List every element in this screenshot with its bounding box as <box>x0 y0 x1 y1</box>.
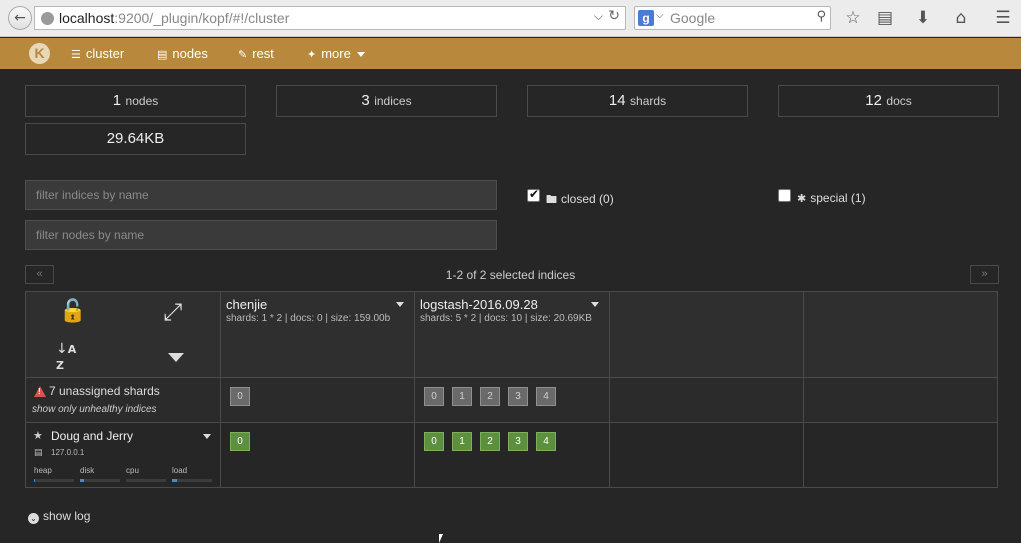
star-icon: ★ <box>33 429 43 442</box>
stat-nodes: 1 nodes <box>25 85 246 117</box>
check-icon: ✔ <box>529 187 540 201</box>
google-icon[interactable]: g <box>638 10 654 26</box>
stat-size: 29.64KB <box>25 123 246 155</box>
caret-down-icon <box>356 52 365 58</box>
chevron-down-circle-icon: ⌄ <box>28 513 39 524</box>
kopf-logo[interactable]: K <box>29 43 50 64</box>
wand-icon: ✦ <box>307 48 317 61</box>
menu-icon[interactable]: ☰ <box>992 6 1014 30</box>
globe-icon <box>41 12 54 25</box>
node-row: ★ Doug and Jerry ▤ 127.0.0.1 heap disk c… <box>26 423 997 487</box>
download-icon[interactable]: ⬇ <box>912 6 934 30</box>
binoculars-icon[interactable]: ⚲ <box>816 9 826 24</box>
sitemap-icon: ☰ <box>71 48 81 61</box>
pager-status: 1-2 of 2 selected indices <box>445 268 576 282</box>
load-bar <box>172 479 212 482</box>
search-placeholder: Google <box>670 10 716 26</box>
url-bar[interactable]: localhost:9200/_plugin/kopf/#!/cluster ⌵… <box>34 6 626 30</box>
cluster-grid: 🔓 ⤢ ↓A Z chenjie shards: 1 * 2 | docs: 0 … <box>25 291 998 488</box>
shard-started[interactable]: 3 <box>508 432 528 451</box>
search-bar[interactable]: g ⌵ Google ⚲ <box>634 6 831 30</box>
special-checkbox[interactable] <box>778 189 791 202</box>
filter-nodes-input[interactable] <box>25 220 497 250</box>
server-icon: ▤ <box>157 48 168 61</box>
chevron-down-icon[interactable]: ⌵ <box>656 10 664 21</box>
next-page-button[interactable]: » <box>970 265 999 284</box>
nav-nodes[interactable]: ▤ nodes <box>157 38 208 69</box>
stat-shards: 14 shards <box>527 85 748 117</box>
metric-label: heap <box>34 466 52 475</box>
shard-unassigned[interactable]: 3 <box>508 387 528 406</box>
sort-alpha-icon[interactable]: ↓A Z <box>56 341 76 373</box>
url-text[interactable]: localhost:9200/_plugin/kopf/#!/cluster <box>59 10 289 26</box>
heap-bar <box>34 479 74 482</box>
shard-started[interactable]: 0 <box>230 432 250 451</box>
url-dropdown-icon[interactable]: ⌵ <box>594 9 603 24</box>
unassigned-count: 7 unassigned shards <box>49 384 160 398</box>
special-label: ✱ special (1) <box>797 191 866 205</box>
shard-started[interactable]: 0 <box>424 432 444 451</box>
metric-label: cpu <box>126 466 139 475</box>
shard-unassigned[interactable]: 2 <box>480 387 500 406</box>
closed-checkbox[interactable]: ✔ <box>527 187 540 202</box>
index-header-row: 🔓 ⤢ ↓A Z chenjie shards: 1 * 2 | docs: 0 … <box>26 292 997 378</box>
reading-list-icon[interactable]: ▤ <box>874 6 896 30</box>
shard-unassigned[interactable]: 0 <box>424 387 444 406</box>
index-menu-caret[interactable] <box>591 302 599 307</box>
browser-toolbar: ← localhost:9200/_plugin/kopf/#!/cluster… <box>0 0 1021 37</box>
show-log-toggle[interactable]: ⌄ show log <box>28 509 90 524</box>
caret-down-icon[interactable] <box>168 353 184 362</box>
disk-fill <box>80 479 84 482</box>
star-icon[interactable]: ☆ <box>842 6 864 30</box>
folder-icon: 🖿 <box>546 193 557 206</box>
metric-label: disk <box>80 466 95 475</box>
nav-more[interactable]: ✦ more <box>307 38 365 69</box>
metric-label: load <box>172 466 188 475</box>
mouse-cursor <box>439 534 443 543</box>
asterisk-icon: ✱ <box>797 192 807 205</box>
node-name[interactable]: Doug and Jerry <box>51 429 133 443</box>
nav-rest[interactable]: ✎ rest <box>238 38 274 69</box>
index-menu-caret[interactable] <box>396 302 404 307</box>
edit-icon: ✎ <box>238 48 248 61</box>
unassigned-row: ! 7 unassigned shards show only unhealth… <box>26 378 997 423</box>
kopf-navbar: K ☰ cluster ▤ nodes ✎ rest ✦ more <box>0 38 1021 69</box>
node-menu-caret[interactable] <box>203 434 211 439</box>
index-meta: shards: 1 * 2 | docs: 0 | size: 159.00b <box>226 313 391 324</box>
shard-started[interactable]: 1 <box>452 432 472 451</box>
reload-icon[interactable]: ↻ <box>608 8 620 24</box>
shard-unassigned[interactable]: 0 <box>230 387 250 406</box>
stat-indices: 3 indices <box>276 85 497 117</box>
home-icon[interactable]: ⌂ <box>950 6 972 30</box>
server-icon: ▤ <box>34 448 43 458</box>
disk-bar <box>80 479 120 482</box>
nav-cluster[interactable]: ☰ cluster <box>71 38 124 69</box>
show-unhealthy-link[interactable]: show only unhealthy indices <box>32 404 157 415</box>
heap-fill <box>34 479 35 482</box>
load-fill <box>172 479 177 482</box>
closed-label: 🖿 closed (0) <box>546 192 614 206</box>
node-host: 127.0.0.1 <box>51 448 85 457</box>
shard-unassigned[interactable]: 4 <box>536 387 556 406</box>
cpu-bar <box>126 479 166 482</box>
shard-unassigned[interactable]: 1 <box>452 387 472 406</box>
filter-indices-input[interactable] <box>25 180 497 210</box>
back-arrow-icon[interactable]: ← <box>8 6 32 30</box>
stat-docs: 12 docs <box>778 85 999 117</box>
unlock-icon[interactable]: 🔓 <box>59 299 86 324</box>
index-name-logstash[interactable]: logstash-2016.09.28 <box>420 297 538 312</box>
shard-started[interactable]: 4 <box>536 432 556 451</box>
index-meta: shards: 5 * 2 | docs: 10 | size: 20.69KB <box>420 313 592 324</box>
expand-icon[interactable]: ⤢ <box>163 298 182 326</box>
shard-started[interactable]: 2 <box>480 432 500 451</box>
index-name-chenjie[interactable]: chenjie <box>226 297 267 312</box>
